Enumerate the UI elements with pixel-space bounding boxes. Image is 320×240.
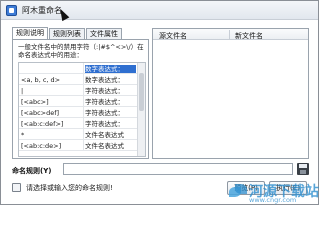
rule-meaning: 数字表达式： — [85, 65, 136, 73]
rule-pattern: [<abc>def] — [21, 109, 60, 117]
column-divider — [83, 63, 84, 74]
preview-header: 源文件名 新文件名 — [153, 29, 308, 40]
column-divider — [229, 30, 230, 39]
table-row[interactable]: [<abc>def] 字符表达式： — [19, 107, 137, 118]
rule-meaning: 数字表达式： — [85, 76, 124, 84]
table-row[interactable]: <a, b, c, d> 数字表达式： — [19, 74, 137, 85]
column-divider — [83, 96, 84, 107]
column-header-new-name[interactable]: 新文件名 — [235, 31, 263, 41]
rule-description-panel: 一般文件名中的禁用字符（:|#$^<>\/）在命名表达式中的用途： 数字表达式：… — [12, 39, 149, 159]
scrollbar-thumb[interactable] — [139, 73, 144, 111]
tab-bar: 规则说明 规则列表 文件属性 — [12, 27, 123, 39]
column-divider — [83, 129, 84, 140]
column-divider — [83, 140, 84, 151]
info-icon — [12, 183, 21, 192]
rule-meaning: 字符表达式： — [85, 109, 124, 117]
app-icon — [6, 5, 17, 16]
rule-meaning: 字符表达式： — [85, 98, 124, 106]
save-icon-label — [299, 164, 307, 168]
rule-meaning: 文件名表达式 — [85, 142, 124, 150]
table-row[interactable]: | 字符表达式： — [19, 85, 137, 96]
column-divider — [83, 107, 84, 118]
rename-window: 阿木重命名 规则说明 规则列表 文件属性 一般文件名中的禁用字符（:|#$^<>… — [0, 0, 319, 205]
rule-pattern: * — [21, 131, 25, 139]
column-divider — [83, 74, 84, 85]
rule-input-label: 命名规则(Y) — [12, 167, 52, 175]
rules-table: 数字表达式： <a, b, c, d> 数字表达式： | 字符表达式： [<ab… — [18, 62, 146, 157]
tab-file-properties[interactable]: 文件属性 — [86, 28, 122, 39]
rule-meaning: 字符表达式： — [85, 87, 124, 95]
column-divider — [83, 85, 84, 96]
table-row[interactable]: [<abc>] 字符表达式： — [19, 96, 137, 107]
rule-meaning: 文件名表达式 — [85, 131, 124, 139]
save-icon[interactable] — [296, 162, 310, 176]
rule-pattern: [<abc>] — [21, 98, 49, 106]
status-text: 请选择或输入您的命名规则! — [26, 184, 113, 192]
tab-rule-description[interactable]: 规则说明 — [12, 27, 48, 39]
save-icon-slot — [300, 170, 306, 174]
title-bar[interactable]: 阿木重命名 — [1, 1, 318, 20]
rule-meaning: 字符表达式： — [85, 120, 124, 128]
table-row[interactable]: 数字表达式： — [19, 63, 137, 74]
rule-pattern: <a, b, c, d> — [21, 76, 61, 84]
column-divider — [83, 118, 84, 129]
watermark-url: www.cngr.com — [249, 196, 297, 204]
rule-pattern: [<ab:c:de>] — [21, 142, 62, 150]
watermark-logo-icon — [229, 184, 247, 200]
logo-leaf — [235, 184, 247, 194]
rename-preview-list[interactable]: 源文件名 新文件名 — [152, 28, 309, 159]
rule-pattern: | — [21, 87, 24, 95]
column-header-source-name[interactable]: 源文件名 — [159, 31, 187, 41]
rule-description-text: 一般文件名中的禁用字符（:|#$^<>\/）在命名表达式中的用途： — [18, 43, 144, 59]
rule-input[interactable] — [63, 163, 293, 175]
rule-pattern: [<ab:c:def>] — [21, 120, 64, 128]
table-row[interactable]: * 文件名表达式 — [19, 129, 137, 140]
tab-rule-list[interactable]: 规则列表 — [49, 28, 85, 39]
table-row[interactable]: [<ab:c:def>] 字符表达式： — [19, 118, 137, 129]
table-row[interactable]: [<ab:c:de>] 文件名表达式 — [19, 140, 137, 151]
rules-table-scrollbar[interactable] — [137, 63, 145, 156]
